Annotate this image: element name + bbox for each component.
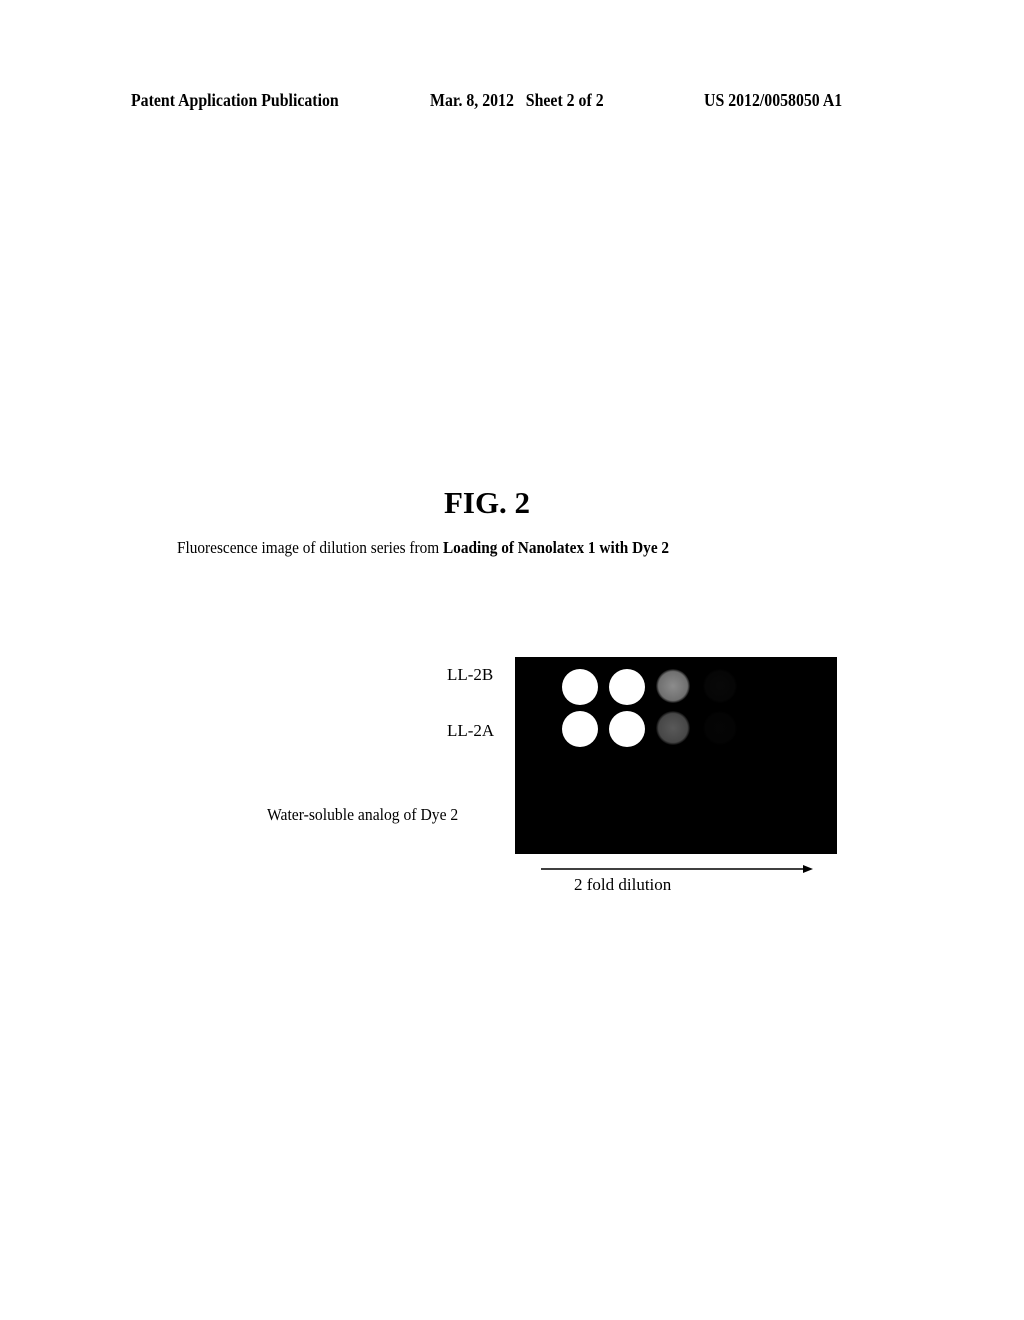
fluorescence-spot [703,669,737,703]
fluorescence-spot [562,711,598,747]
row-label-ll-2b: LL-2B [447,665,494,684]
fluorescence-spot [562,669,598,705]
dilution-label: 2 fold dilution [574,875,672,894]
row-label-water-soluble: Water-soluble analog of Dye 2 [267,805,459,824]
fluorescence-spot [609,711,645,747]
figure-title: FIG. 2 [443,485,531,520]
fluorescence-spot [656,669,690,703]
publication-type: Patent Application Publication [131,90,339,110]
row-label-ll-2a: LL-2A [447,721,495,740]
caption-plain: Fluorescence image of dilution series fr… [177,538,443,557]
fluorescence-spot [703,711,737,745]
fluorescence-spot [656,711,690,745]
fluorescence-image [515,657,837,854]
caption-bold: Loading of Nanolatex 1 with Dye 2 [442,538,670,557]
figure-caption: Fluorescence image of dilution series fr… [177,538,669,558]
date-sheet: Mar. 8, 2012 Sheet 2 of 2 [430,90,604,110]
right-arrow-icon [541,865,813,873]
publication-number: US 2012/0058050 A1 [704,90,843,110]
fluorescence-spot [609,669,645,705]
